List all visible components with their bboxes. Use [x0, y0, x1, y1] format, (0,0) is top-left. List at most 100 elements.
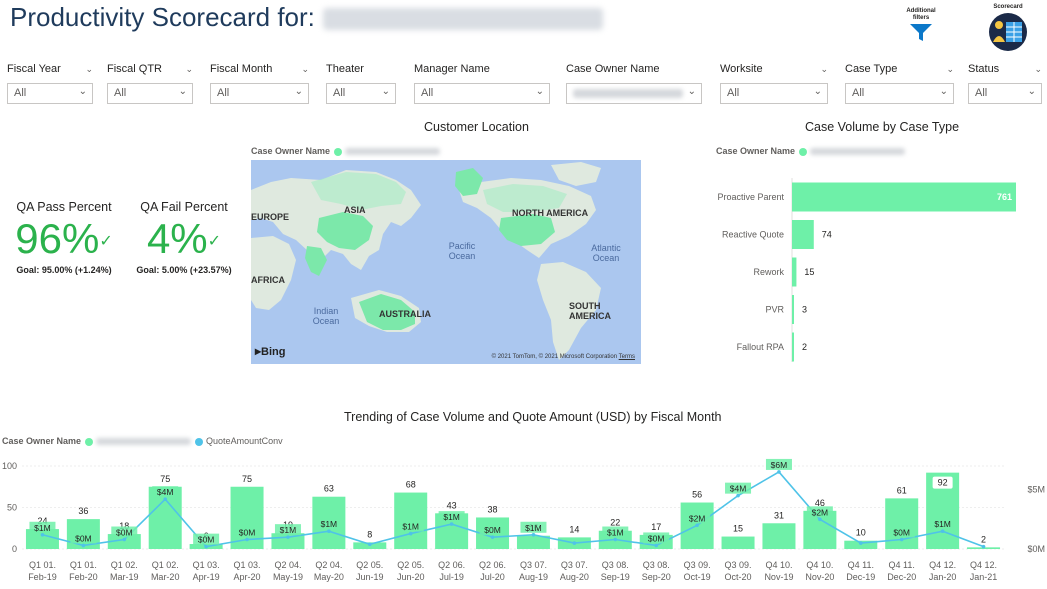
chevron-down-icon[interactable]: ⌄ — [185, 64, 193, 75]
line-data-label: $4M — [730, 484, 747, 494]
chevron-down-icon[interactable]: ⌄ — [946, 64, 954, 75]
theater-dropdown[interactable]: All ⌄ — [326, 83, 396, 104]
line-point — [572, 541, 577, 545]
bar — [792, 182, 1016, 212]
map-label-atlantic: Atlantic Ocean — [591, 243, 621, 263]
qa-pass-card: QA Pass Percent 96%✓ Goal: 95.00% (+1.24… — [9, 200, 119, 275]
x-tick-label: Dec-20 — [887, 572, 916, 582]
bar-data-label: 46 — [815, 498, 825, 508]
map-copyright: © 2021 TomTom, © 2021 Microsoft Corporat… — [491, 354, 635, 360]
qa-fail-label: QA Fail Percent — [140, 200, 228, 214]
legend-dot-quote — [195, 437, 204, 446]
bar — [792, 295, 794, 324]
line-point — [81, 543, 86, 548]
x-tick-label: Mar-20 — [151, 572, 180, 582]
legend-dot — [85, 437, 94, 446]
manager-name-dropdown[interactable]: All ⌄ — [414, 83, 550, 104]
x-tick-label: Jun-20 — [397, 572, 425, 582]
x-tick-label: Q2 05. — [356, 560, 383, 570]
chevron-down-icon[interactable]: ⌄ — [820, 64, 828, 75]
data-label: 2 — [802, 342, 807, 352]
funnel-icon — [910, 24, 932, 41]
check-icon: ✓ — [207, 232, 222, 250]
legend-title: Case Owner Name — [2, 436, 82, 446]
x-tick-label: Q3 09. — [725, 560, 752, 570]
x-tick-label: Q1 03. — [234, 560, 261, 570]
line-point — [858, 541, 863, 545]
fiscal-qtr-dropdown[interactable]: All ⌄ — [107, 83, 193, 104]
chevron-down-icon: ⌄ — [78, 86, 87, 97]
bar-data-label: 63 — [324, 484, 334, 494]
customer-location-map[interactable]: EUROPE ASIA AFRICA NORTH AMERICA SOUTH A… — [251, 160, 641, 364]
map-legend: Case Owner Name — [251, 146, 441, 156]
x-tick-label: Jan-21 — [970, 572, 998, 582]
chevron-down-icon[interactable]: ⌄ — [1034, 64, 1042, 75]
bar-data-label: 92 — [938, 478, 948, 488]
x-tick-label: Q4 12. — [929, 560, 956, 570]
x-tick-label: Sep-19 — [601, 572, 630, 582]
chevron-down-icon: ⌄ — [687, 86, 696, 97]
line-data-label: $1M — [34, 523, 51, 533]
fiscal-month-dropdown[interactable]: All ⌄ — [210, 83, 309, 104]
x-tick-label: Jan-20 — [929, 572, 957, 582]
y2-tick-label: $0M — [1027, 544, 1045, 554]
line-point — [327, 529, 331, 534]
terms-link[interactable]: Terms — [619, 354, 635, 360]
bar — [792, 220, 814, 249]
line-data-label: $1M — [607, 528, 624, 538]
trend-legend: Case Owner Name QuoteAmountConv — [2, 436, 283, 446]
x-tick-label: May-19 — [273, 572, 303, 582]
case-type-chart-title: Case Volume by Case Type — [805, 120, 960, 134]
status-dropdown[interactable]: All ⌄ — [968, 83, 1042, 104]
y-tick-label: 0 — [12, 544, 17, 554]
x-tick-label: Sep-20 — [642, 572, 671, 582]
chevron-down-icon: ⌄ — [813, 86, 822, 97]
bar-data-label: 56 — [692, 490, 702, 500]
filter-manager-name: Manager Name All ⌄ — [414, 63, 550, 104]
line-data-label: $1M — [280, 525, 297, 535]
category-label: Reactive Quote — [722, 230, 784, 240]
line-point — [367, 542, 372, 547]
x-tick-label: Q4 10. — [765, 560, 792, 570]
additional-filters-label: Additional filters — [906, 8, 936, 21]
map-label-south-america: SOUTH AMERICA — [569, 301, 611, 321]
bar — [792, 332, 794, 362]
case-type-dropdown[interactable]: All ⌄ — [845, 83, 954, 104]
filter-label: Case Type — [845, 63, 898, 75]
qa-pass-value: 96%✓ — [15, 215, 113, 262]
line-data-label: $1M — [402, 522, 419, 532]
chevron-down-icon[interactable]: ⌄ — [301, 64, 309, 75]
bar-data-label: 31 — [774, 510, 784, 520]
chevron-down-icon: ⌄ — [939, 86, 948, 97]
additional-filters-button[interactable]: Additional filters — [895, 8, 947, 46]
scorecard-button[interactable]: Scorecard — [980, 4, 1036, 55]
x-tick-label: Mar-19 — [110, 572, 139, 582]
line-point — [286, 535, 290, 539]
chevron-down-icon: ⌄ — [178, 86, 187, 97]
line-point — [531, 532, 536, 537]
filter-label: Case Owner Name — [566, 63, 660, 75]
y2-tick-label: $5M — [1027, 485, 1045, 495]
x-tick-label: Q2 06. — [438, 560, 465, 570]
legend-title: Case Owner Name — [716, 146, 796, 156]
x-tick-label: Q3 08. — [643, 560, 670, 570]
line-point — [695, 523, 699, 528]
filter-label: Fiscal Year — [7, 63, 61, 75]
line-data-label: $2M — [689, 513, 706, 523]
line-point — [449, 522, 454, 526]
chevron-down-icon[interactable]: ⌄ — [85, 64, 93, 75]
x-tick-label: Feb-20 — [69, 572, 98, 582]
series-line-quote — [42, 470, 984, 548]
filter-label: Theater — [326, 63, 364, 75]
x-tick-label: Q1 02. — [111, 560, 138, 570]
worksite-dropdown[interactable]: All ⌄ — [720, 83, 828, 104]
line-data-label: $4M — [157, 487, 174, 497]
bar-data-label: 10 — [856, 528, 866, 538]
line-point — [40, 532, 45, 537]
x-tick-label: Q3 07. — [561, 560, 588, 570]
case-owner-name-dropdown[interactable]: ⌄ — [566, 83, 702, 104]
map-label-europe: EUROPE — [251, 212, 290, 222]
line-point — [940, 529, 945, 534]
fiscal-year-dropdown[interactable]: All ⌄ — [7, 83, 93, 104]
filter-label: Worksite — [720, 63, 763, 75]
